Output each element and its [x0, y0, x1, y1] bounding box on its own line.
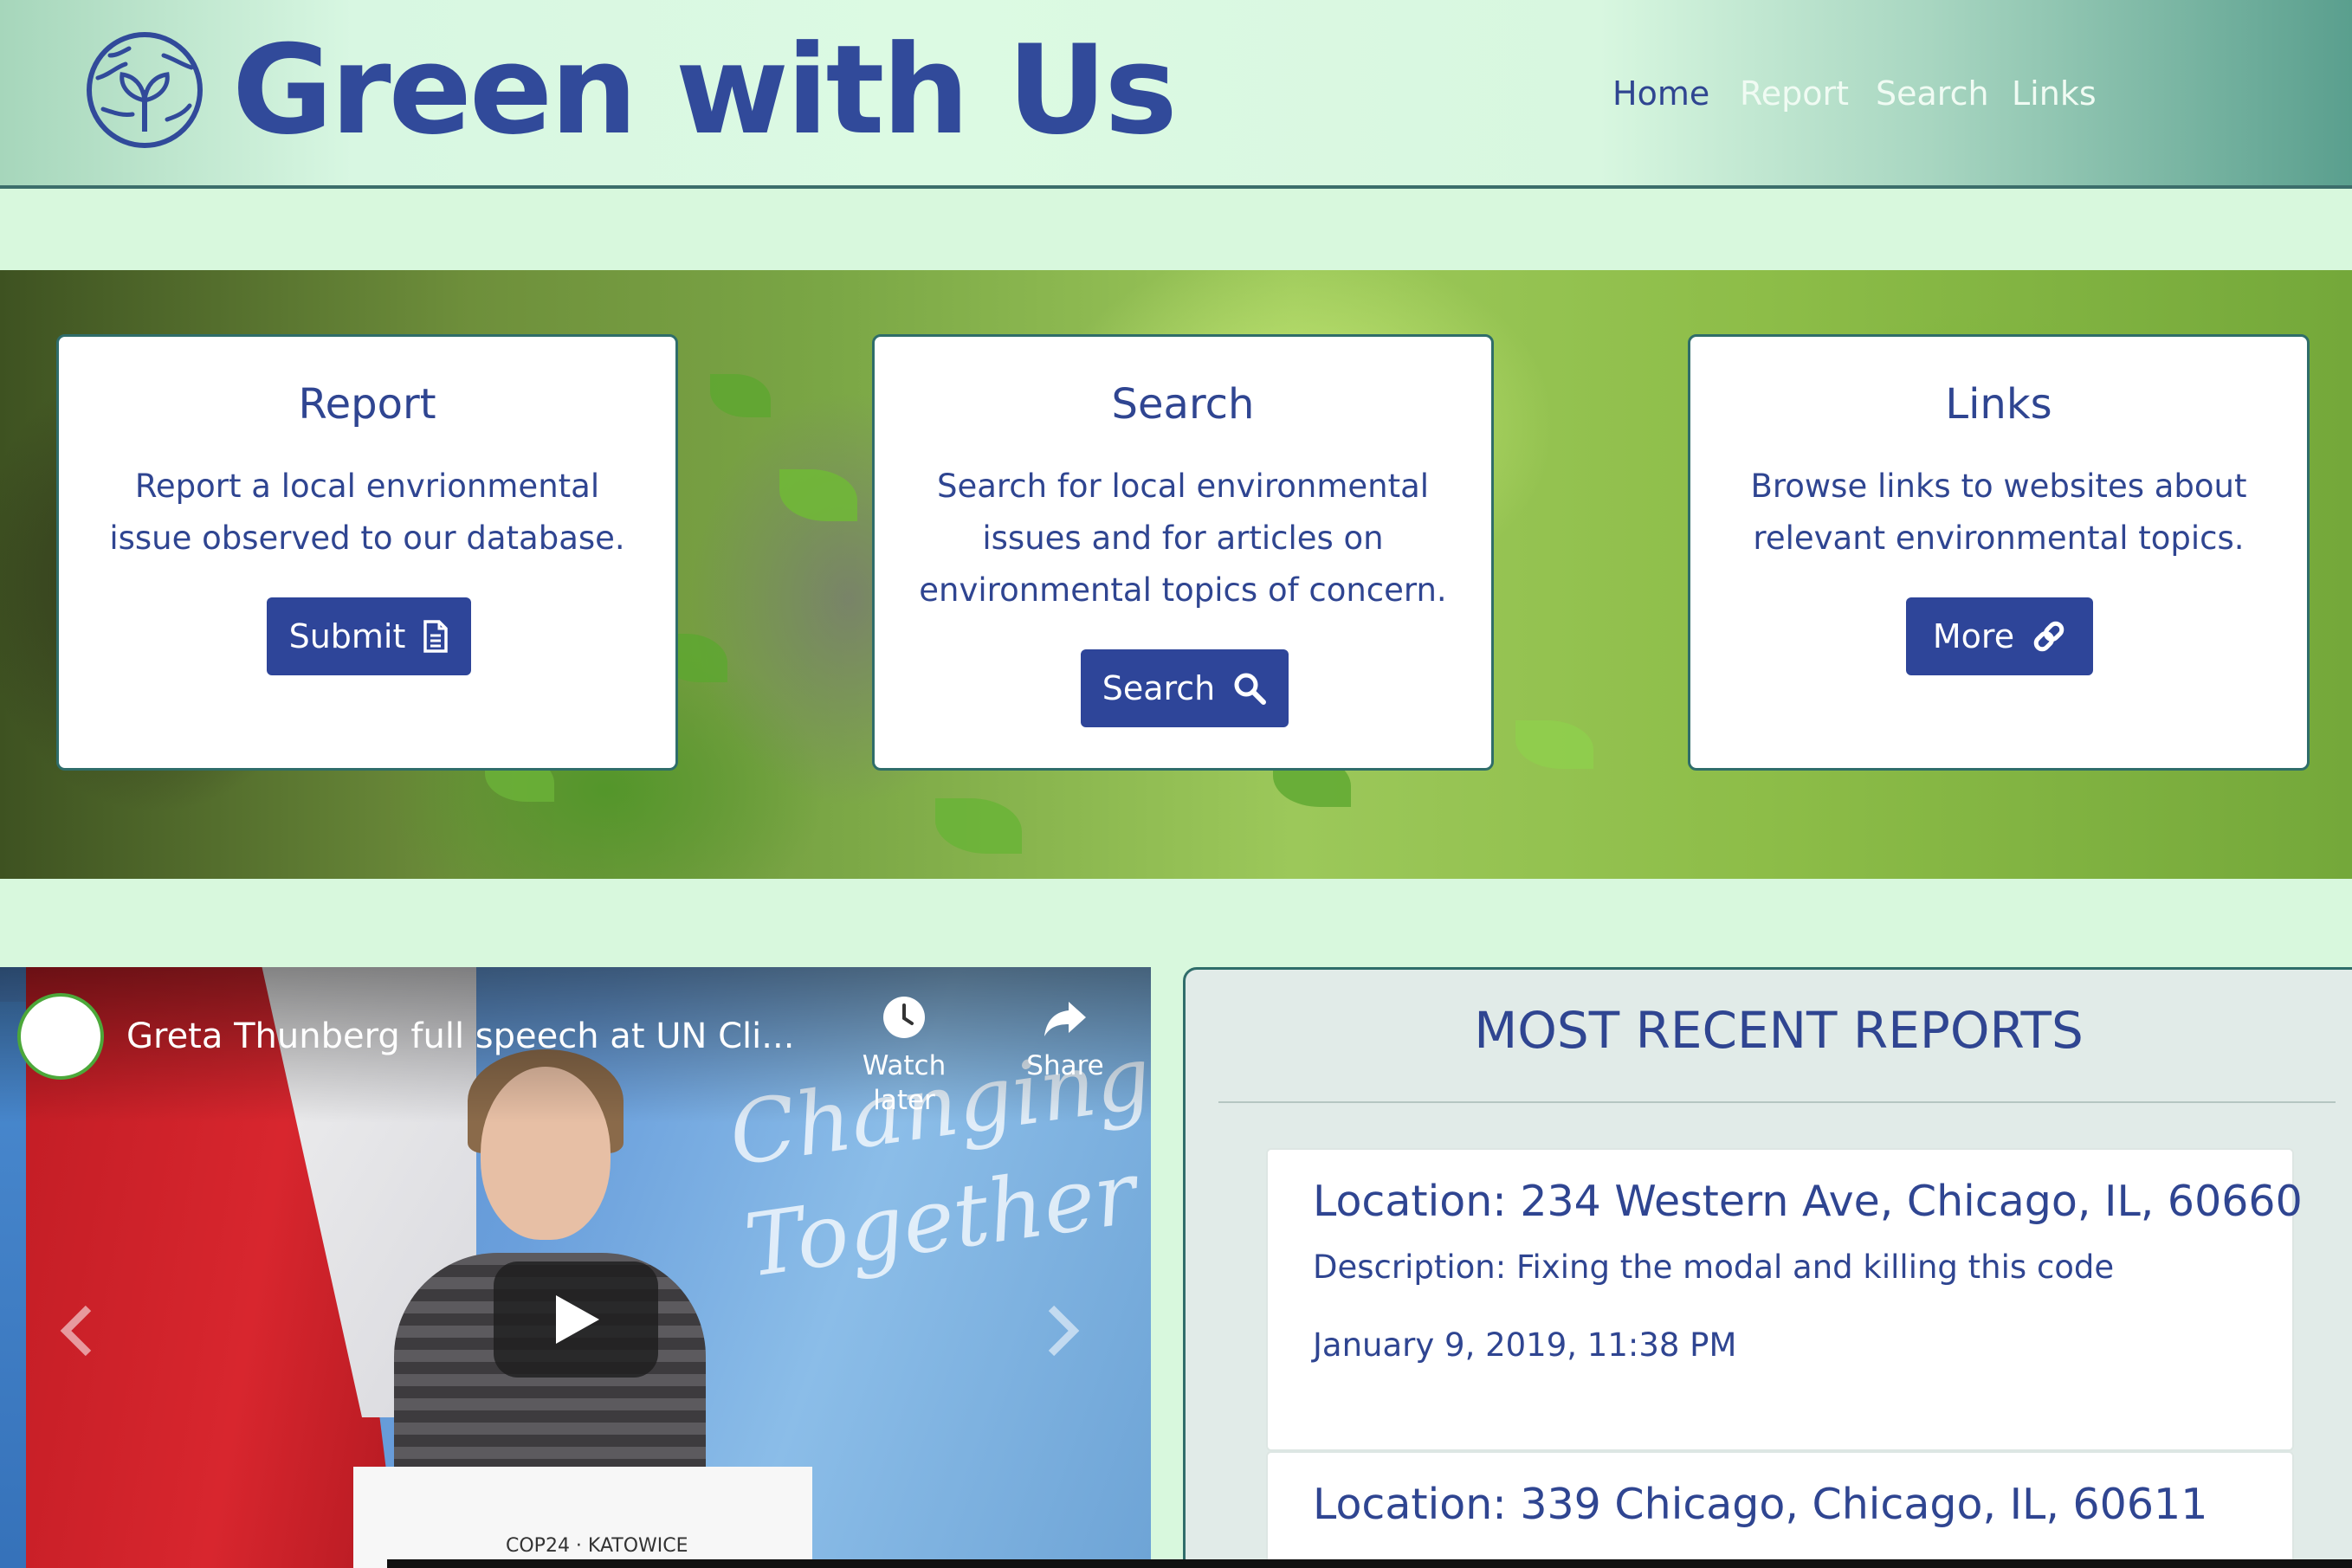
leaf-decoration [935, 798, 1022, 854]
nav-home[interactable]: Home [1612, 68, 1709, 119]
share-button[interactable]: Share [1005, 993, 1126, 1083]
watch-later-label: Watch later [862, 1050, 947, 1116]
document-icon [423, 620, 449, 653]
clock-icon [883, 997, 925, 1038]
link-icon [2033, 621, 2064, 652]
search-card-text: Search for local environmental issues an… [919, 468, 1447, 609]
report-card-text: Report a local envrionmental issue obser… [109, 468, 625, 557]
search-card: Search Search for local environmental is… [872, 334, 1494, 771]
report-location: Location: 339 Chicago, Chicago, IL, 6061… [1313, 1480, 2208, 1529]
submit-button-label: Submit [288, 617, 406, 655]
more-button-label: More [1932, 617, 2015, 655]
submit-button[interactable]: Submit [267, 597, 471, 675]
links-card-title: Links [1945, 380, 2052, 429]
report-description: Description: Fixing the modal and killin… [1313, 1249, 2115, 1286]
nav-links[interactable]: Links [2012, 68, 2097, 119]
leaf-decoration [710, 374, 771, 417]
chevron-left-icon[interactable] [52, 1296, 104, 1365]
report-location: Location: 234 Western Ave, Chicago, IL, … [1313, 1177, 2303, 1226]
watch-later-button[interactable]: Watch later [843, 993, 965, 1118]
leaf-decoration [1515, 720, 1593, 769]
channel-avatar-icon[interactable] [17, 993, 104, 1080]
more-button[interactable]: More [1906, 597, 2093, 675]
links-card-text: Browse links to websites about relevant … [1750, 468, 2247, 557]
play-button[interactable] [494, 1261, 658, 1378]
scrollbar-track[interactable] [387, 1559, 2352, 1568]
report-card-title: Report [298, 380, 436, 429]
globe-plant-icon[interactable] [84, 29, 205, 151]
share-arrow-icon [1044, 1002, 1086, 1036]
nav-report[interactable]: Report [1740, 68, 1849, 119]
chevron-right-icon[interactable] [1036, 1296, 1088, 1365]
podium-label: COP24 · KATOWICE [506, 1535, 688, 1557]
search-icon [1234, 673, 1267, 705]
share-label: Share [1026, 1050, 1104, 1081]
report-item[interactable]: Location: 339 Chicago, Chicago, IL, 6061… [1266, 1451, 2294, 1568]
recent-reports-heading: MOST RECENT REPORTS [1474, 1001, 2084, 1060]
links-card: Links Browse links to websites about rel… [1688, 334, 2310, 771]
search-button[interactable]: Search [1081, 649, 1289, 727]
site-header: Green with Us Home Report Search Links [0, 0, 2352, 189]
nav-search[interactable]: Search [1876, 68, 1989, 119]
report-card: Report Report a local envrionmental issu… [56, 334, 678, 771]
brand-title[interactable]: Green with Us [232, 17, 1178, 165]
search-card-title: Search [1111, 380, 1255, 429]
video-title[interactable]: Greta Thunberg full speech at UN Cli... [126, 1015, 794, 1058]
leaf-decoration [779, 469, 857, 521]
report-item[interactable]: Location: 234 Western Ave, Chicago, IL, … [1266, 1148, 2303, 1451]
search-button-label: Search [1102, 669, 1216, 707]
divider [1218, 1101, 2336, 1103]
video-embed[interactable]: Changing Together COP24 · KATOWICE Greta… [0, 967, 1151, 1568]
report-date: January 9, 2019, 11:38 PM [1313, 1326, 1737, 1364]
recent-reports-panel: MOST RECENT REPORTS Location: 234 Wester… [1183, 967, 2352, 1568]
